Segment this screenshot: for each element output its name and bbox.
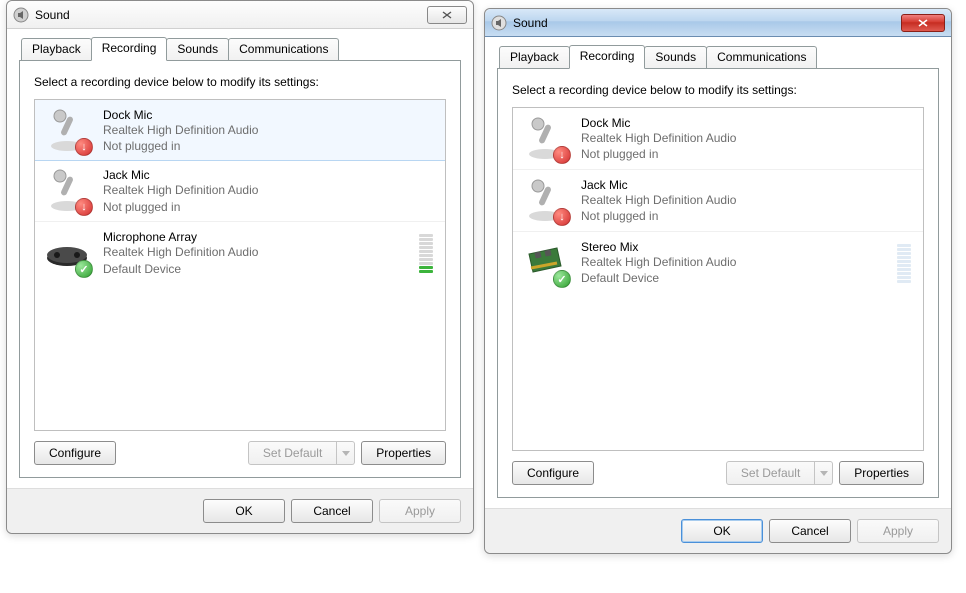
tab-communications[interactable]: Communications <box>228 38 339 62</box>
device-name: Dock Mic <box>581 116 915 130</box>
device-status: Default Device <box>581 270 897 286</box>
device-icon <box>521 238 569 286</box>
configure-button[interactable]: Configure <box>34 441 116 465</box>
device-row[interactable]: Microphone ArrayRealtek High Definition … <box>35 222 445 284</box>
device-driver: Realtek High Definition Audio <box>103 122 437 138</box>
device-list[interactable]: Dock MicRealtek High Definition AudioNot… <box>512 107 924 451</box>
sound-icon <box>491 15 507 31</box>
titlebar[interactable]: Sound <box>485 9 951 37</box>
device-icon <box>521 176 569 224</box>
device-row[interactable]: Dock MicRealtek High Definition AudioNot… <box>34 99 446 161</box>
device-name: Dock Mic <box>103 108 437 122</box>
window-title: Sound <box>35 8 70 22</box>
cancel-button[interactable]: Cancel <box>291 499 373 523</box>
tab-communications[interactable]: Communications <box>706 46 817 70</box>
apply-button: Apply <box>857 519 939 543</box>
device-driver: Realtek High Definition Audio <box>581 192 915 208</box>
level-meter <box>419 234 433 273</box>
close-button[interactable] <box>901 14 945 32</box>
ok-button[interactable]: OK <box>681 519 763 543</box>
set-default-dropdown <box>337 441 355 465</box>
sound-dialog-right: Sound Playback Recording Sounds Communic… <box>484 8 952 554</box>
check-badge-icon <box>553 270 571 288</box>
close-button[interactable] <box>427 6 467 24</box>
titlebar[interactable]: Sound <box>7 1 473 29</box>
set-default-dropdown <box>815 461 833 485</box>
set-default-split: Set Default <box>726 461 833 485</box>
ok-button[interactable]: OK <box>203 499 285 523</box>
device-status: Not plugged in <box>581 208 915 224</box>
dialog-footer: OK Cancel Apply <box>485 508 951 553</box>
device-status: Not plugged in <box>103 138 437 154</box>
properties-button[interactable]: Properties <box>361 441 446 465</box>
properties-button[interactable]: Properties <box>839 461 924 485</box>
tab-strip: Playback Recording Sounds Communications <box>497 45 939 69</box>
apply-button: Apply <box>379 499 461 523</box>
set-default-button: Set Default <box>726 461 815 485</box>
device-name: Microphone Array <box>103 230 419 244</box>
device-row[interactable]: Jack MicRealtek High Definition AudioNot… <box>513 170 923 232</box>
window-title: Sound <box>513 16 548 30</box>
unplugged-badge-icon <box>553 208 571 226</box>
level-meter <box>897 244 911 283</box>
device-status: Not plugged in <box>103 199 437 215</box>
sound-dialog-left: Sound Playback Recording Sounds Communic… <box>6 0 474 534</box>
sound-icon <box>13 7 29 23</box>
set-default-button: Set Default <box>248 441 337 465</box>
tab-recording[interactable]: Recording <box>569 45 646 69</box>
tab-strip: Playback Recording Sounds Communications <box>19 37 461 61</box>
device-driver: Realtek High Definition Audio <box>103 244 419 260</box>
device-icon <box>43 106 91 154</box>
device-list[interactable]: Dock MicRealtek High Definition AudioNot… <box>34 99 446 431</box>
unplugged-badge-icon <box>553 146 571 164</box>
device-icon <box>521 114 569 162</box>
device-icon <box>43 166 91 214</box>
device-row[interactable]: Stereo MixRealtek High Definition AudioD… <box>513 232 923 294</box>
device-row[interactable]: Dock MicRealtek High Definition AudioNot… <box>513 108 923 170</box>
dialog-footer: OK Cancel Apply <box>7 488 473 533</box>
tab-sounds[interactable]: Sounds <box>166 38 229 62</box>
unplugged-badge-icon <box>75 138 93 156</box>
device-driver: Realtek High Definition Audio <box>103 182 437 198</box>
set-default-split: Set Default <box>248 441 355 465</box>
device-status: Default Device <box>103 261 419 277</box>
device-icon <box>43 228 91 276</box>
device-driver: Realtek High Definition Audio <box>581 254 897 270</box>
device-name: Jack Mic <box>581 178 915 192</box>
tab-playback[interactable]: Playback <box>21 38 92 62</box>
device-status: Not plugged in <box>581 146 915 162</box>
cancel-button[interactable]: Cancel <box>769 519 851 543</box>
device-name: Stereo Mix <box>581 240 897 254</box>
device-row[interactable]: Jack MicRealtek High Definition AudioNot… <box>35 160 445 222</box>
instruction-text: Select a recording device below to modif… <box>34 75 446 89</box>
tab-recording[interactable]: Recording <box>91 37 168 61</box>
tab-sounds[interactable]: Sounds <box>644 46 707 70</box>
device-driver: Realtek High Definition Audio <box>581 130 915 146</box>
configure-button[interactable]: Configure <box>512 461 594 485</box>
device-name: Jack Mic <box>103 168 437 182</box>
tab-playback[interactable]: Playback <box>499 46 570 70</box>
instruction-text: Select a recording device below to modif… <box>512 83 924 97</box>
